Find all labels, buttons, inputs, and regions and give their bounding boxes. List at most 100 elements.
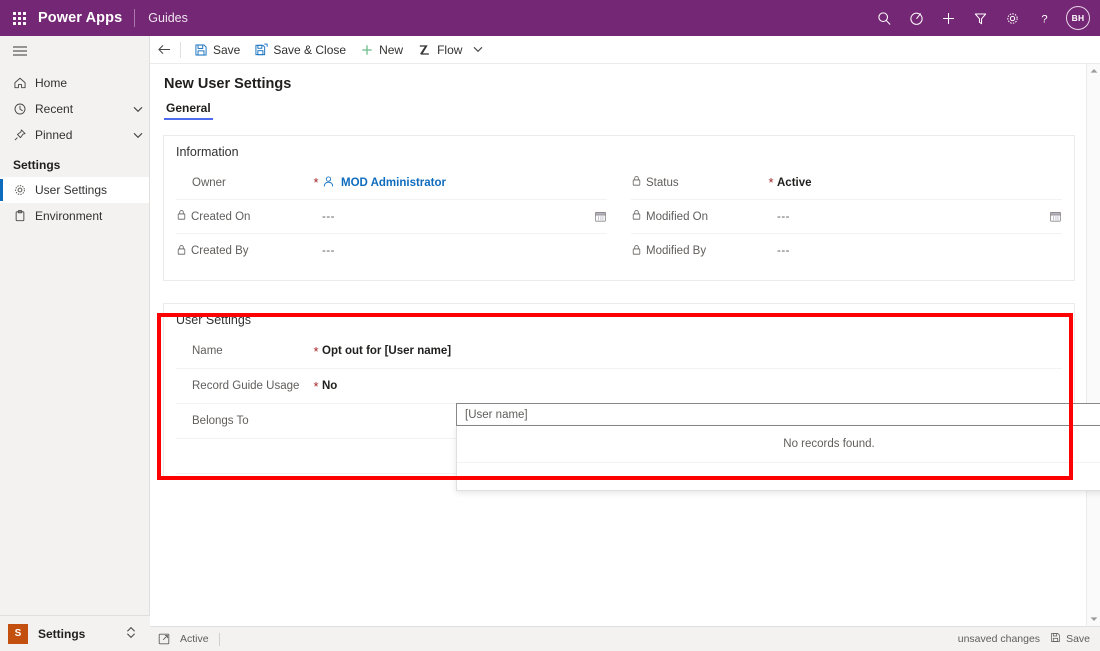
field-value[interactable]: No <box>322 380 1062 392</box>
lookup-input-value: [User name] <box>465 408 528 421</box>
scroll-up-arrow-icon[interactable] <box>1087 64 1100 78</box>
scroll-down-arrow-icon[interactable] <box>1087 612 1100 626</box>
avatar[interactable]: BH <box>1066 6 1090 30</box>
sidebar-item-recent[interactable]: Recent <box>0 96 149 122</box>
home-icon <box>13 76 35 90</box>
field-label-wrap: Modified By <box>631 244 765 259</box>
lookup-input[interactable]: [User name] <box>456 403 1100 426</box>
status-bar-save-button[interactable]: Save <box>1050 632 1090 646</box>
page-title: New User Settings <box>164 76 292 92</box>
sidebar-item-pinned[interactable]: Pinned <box>0 122 149 148</box>
field-value: --- <box>322 210 335 223</box>
field-value[interactable]: MOD Administrator <box>322 175 607 191</box>
information-right-column: Status * Active Modified On --- Modified… <box>619 166 1074 268</box>
lookup-flyout-footer: Change View <box>457 462 1100 490</box>
field-value: --- <box>777 210 790 223</box>
field-status: Status * Active <box>631 166 1062 200</box>
sidebar-item-label: User Settings <box>35 183 108 197</box>
gear-icon[interactable] <box>996 0 1028 36</box>
field-name[interactable]: Name * Opt out for [User name] <box>176 334 1062 369</box>
field-value[interactable]: Opt out for [User name] <box>322 345 1062 357</box>
information-section-title: Information <box>176 145 239 159</box>
form-area: New User Settings General Information Ow… <box>150 64 1100 626</box>
field-record-guide-usage[interactable]: Record Guide Usage * No <box>176 369 1062 404</box>
owner-link[interactable]: MOD Administrator <box>341 177 446 189</box>
sidebar-item-label: Environment <box>35 209 103 223</box>
area-switcher-label: Settings <box>38 626 86 641</box>
save-close-icon <box>254 43 268 57</box>
flow-button-label: Flow <box>437 42 463 57</box>
field-label-wrap: Status <box>631 175 765 190</box>
chevron-down-icon[interactable] <box>127 132 149 139</box>
field-label-wrap: Created By <box>176 244 310 259</box>
tab-general[interactable]: General <box>164 101 213 120</box>
field-label: Name <box>192 345 223 357</box>
chevron-down-icon[interactable] <box>127 106 149 113</box>
save-and-close-button[interactable]: Save & Close <box>247 36 353 64</box>
clock-icon <box>13 102 35 116</box>
area-switcher[interactable]: S Settings <box>0 615 150 651</box>
flow-button[interactable]: Flow <box>410 36 469 64</box>
chevron-down-icon[interactable] <box>469 46 487 53</box>
help-icon[interactable]: ? <box>1028 0 1060 36</box>
status-bar-right: unsaved changes Save <box>958 632 1100 646</box>
back-arrow-icon[interactable] <box>150 36 178 64</box>
unsaved-changes-label: unsaved changes <box>957 633 1041 645</box>
hamburger-icon[interactable] <box>0 36 149 66</box>
lock-icon <box>631 209 642 224</box>
new-button[interactable]: New <box>353 36 410 64</box>
field-owner[interactable]: Owner * MOD Administrator <box>176 166 607 200</box>
required-marker: * <box>768 175 774 190</box>
waffle-icon[interactable] <box>0 11 38 25</box>
sidebar-item-environment[interactable]: Environment <box>0 203 149 229</box>
svg-text:?: ? <box>1041 13 1047 25</box>
left-sidebar: Home Recent Pinned Settings User Setting… <box>0 36 150 651</box>
field-label-wrap: Created On <box>176 209 310 224</box>
plus-icon[interactable] <box>932 0 964 36</box>
lock-icon <box>631 244 642 259</box>
pin-icon <box>13 128 35 142</box>
information-section: Information Owner * MOD Administrator Cr… <box>163 135 1075 281</box>
form-vertical-scrollbar[interactable] <box>1086 64 1100 626</box>
belongs-to-lookup: [User name] No records found. Change Vie… <box>456 403 1100 491</box>
field-label: Created On <box>191 210 251 223</box>
filter-icon[interactable] <box>964 0 996 36</box>
status-bar-state: Active <box>180 633 209 645</box>
field-label: Modified On <box>646 210 709 223</box>
top-app-bar: Power Apps Guides ? BH <box>0 0 1100 36</box>
sidebar-item-home[interactable]: Home <box>0 70 149 96</box>
calendar-icon <box>594 210 607 223</box>
field-modified-on: Modified On --- <box>631 200 1062 234</box>
search-icon[interactable] <box>868 0 900 36</box>
field-label: Record Guide Usage <box>192 380 300 392</box>
brand-title: Power Apps <box>38 10 123 26</box>
user-settings-section-title: User Settings <box>176 313 252 327</box>
field-label: Modified By <box>646 245 707 257</box>
field-value: --- <box>777 245 790 257</box>
sidebar-item-user-settings[interactable]: User Settings <box>0 177 149 203</box>
flow-icon <box>417 43 432 57</box>
sidebar-group-title: Settings <box>13 158 61 172</box>
calendar-icon <box>1049 210 1062 223</box>
field-value: Active <box>777 176 812 189</box>
no-records-message: No records found. <box>783 438 875 450</box>
lock-icon <box>176 244 187 259</box>
top-bar-actions: ? BH <box>868 0 1100 36</box>
save-icon <box>1050 632 1061 646</box>
sidebar-item-label: Home <box>35 76 68 90</box>
lock-icon <box>176 209 187 224</box>
app-name[interactable]: Guides <box>135 11 188 25</box>
new-button-label: New <box>379 42 404 57</box>
status-bar-divider <box>218 632 220 646</box>
assistant-icon[interactable] <box>900 0 932 36</box>
clipboard-icon <box>13 209 35 223</box>
field-label-wrap: Modified On <box>631 209 765 224</box>
lookup-results-flyout: No records found. Change View <box>456 426 1100 491</box>
popout-icon[interactable] <box>150 633 180 645</box>
required-marker: * <box>313 175 319 190</box>
save-button[interactable]: Save <box>187 36 247 64</box>
gear-icon <box>13 183 35 197</box>
plus-icon <box>360 43 374 57</box>
chevron-up-down-icon[interactable] <box>126 626 150 642</box>
required-marker: * <box>313 378 319 394</box>
